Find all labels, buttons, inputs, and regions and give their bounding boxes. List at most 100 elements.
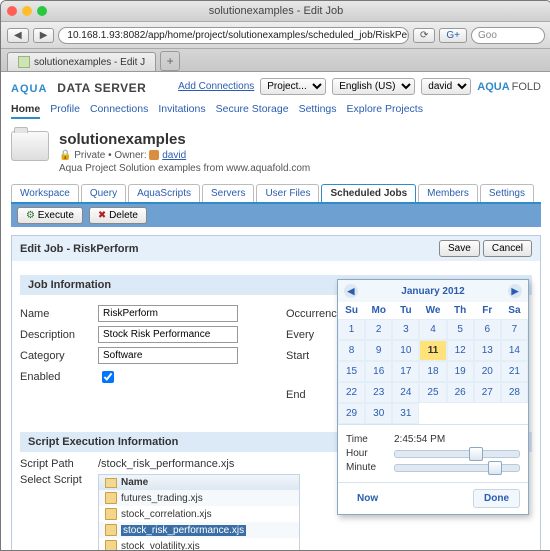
day-cell[interactable]: 6 — [474, 319, 501, 340]
tab-query[interactable]: Query — [81, 184, 126, 202]
prev-month-button[interactable]: ◀ — [344, 284, 358, 298]
script-list: Name futures_trading.xjsstock_correlatio… — [98, 474, 300, 551]
browser-tab[interactable]: solutionexamples - Edit J — [7, 52, 156, 71]
tab-scheduled-jobs[interactable]: Scheduled Jobs — [321, 184, 416, 202]
day-cell[interactable]: 22 — [338, 382, 365, 403]
datepicker-month: January 2012 — [401, 286, 464, 297]
forward-button[interactable]: ▶ — [33, 28, 55, 43]
day-cell[interactable]: 24 — [392, 382, 419, 403]
dow-header: Su — [338, 302, 365, 319]
day-cell[interactable]: 11 — [419, 340, 446, 361]
now-button[interactable]: Now — [346, 489, 389, 508]
time-value: 2:45:54 PM — [394, 434, 445, 445]
day-cell[interactable]: 27 — [474, 382, 501, 403]
day-cell[interactable]: 14 — [501, 340, 528, 361]
user-select[interactable]: david — [421, 78, 471, 95]
execute-button[interactable]: ⚙ Execute — [17, 207, 83, 224]
window-title: solutionexamples - Edit Job — [1, 5, 550, 17]
new-tab-button[interactable]: + — [160, 51, 180, 71]
project-select[interactable]: Project... — [260, 78, 326, 95]
enabled-checkbox[interactable] — [102, 371, 114, 383]
nav-home[interactable]: Home — [11, 103, 40, 119]
back-button[interactable]: ◀ — [7, 28, 29, 43]
hour-slider[interactable] — [394, 450, 520, 458]
cancel-button[interactable]: Cancel — [483, 240, 532, 257]
nav-explore-projects[interactable]: Explore Projects — [347, 103, 423, 119]
tab-members[interactable]: Members — [418, 184, 478, 202]
day-cell[interactable]: 31 — [392, 403, 419, 424]
app-logo: AQUA DATA SERVER — [11, 79, 146, 95]
day-cell[interactable]: 26 — [447, 382, 474, 403]
nav-secure-storage[interactable]: Secure Storage — [216, 103, 289, 119]
day-cell[interactable]: 25 — [419, 382, 446, 403]
save-button[interactable]: Save — [439, 240, 480, 257]
project-tabs: WorkspaceQueryAquaScriptsServersUser Fil… — [11, 184, 541, 204]
day-cell[interactable]: 10 — [392, 340, 419, 361]
search-field[interactable]: Goo — [471, 27, 545, 44]
label-script-path: Script Path — [20, 458, 90, 470]
script-list-header[interactable]: Name — [99, 475, 299, 490]
day-cell[interactable]: 30 — [365, 403, 392, 424]
day-cell[interactable]: 16 — [365, 361, 392, 382]
delete-button[interactable]: ✖ Delete — [89, 207, 147, 224]
next-month-button[interactable]: ▶ — [508, 284, 522, 298]
description-input[interactable] — [98, 326, 238, 343]
name-input[interactable] — [98, 305, 238, 322]
delete-icon: ✖ — [98, 210, 106, 221]
owner-avatar-icon — [149, 150, 159, 160]
browser-tabbar: solutionexamples - Edit J + — [1, 49, 550, 72]
done-button[interactable]: Done — [473, 489, 520, 508]
nav-connections[interactable]: Connections — [90, 103, 148, 119]
day-cell[interactable]: 17 — [392, 361, 419, 382]
day-cell[interactable]: 8 — [338, 340, 365, 361]
nav-settings[interactable]: Settings — [299, 103, 337, 119]
language-select[interactable]: English (US) — [332, 78, 415, 95]
folder-icon — [11, 131, 49, 161]
day-cell[interactable]: 13 — [474, 340, 501, 361]
script-item[interactable]: futures_trading.xjs — [99, 490, 299, 506]
day-cell[interactable]: 29 — [338, 403, 365, 424]
script-item[interactable]: stock_risk_performance.xjs — [99, 522, 299, 538]
script-file-icon — [105, 540, 117, 551]
day-cell[interactable]: 21 — [501, 361, 528, 382]
script-path-value: /stock_risk_performance.xjs — [98, 458, 234, 470]
tab-servers[interactable]: Servers — [202, 184, 254, 202]
label-cat: Category — [20, 350, 90, 362]
day-cell[interactable]: 19 — [447, 361, 474, 382]
day-cell[interactable]: 18 — [419, 361, 446, 382]
day-cell[interactable]: 7 — [501, 319, 528, 340]
day-cell[interactable]: 1 — [338, 319, 365, 340]
add-connections-link[interactable]: Add Connections — [178, 81, 254, 92]
day-cell[interactable]: 4 — [419, 319, 446, 340]
day-cell[interactable]: 3 — [392, 319, 419, 340]
owner-link[interactable]: david — [162, 150, 186, 161]
tab-user-files[interactable]: User Files — [256, 184, 319, 202]
project-title: solutionexamples — [59, 131, 310, 148]
tab-settings[interactable]: Settings — [480, 184, 534, 202]
day-cell[interactable]: 20 — [474, 361, 501, 382]
day-cell[interactable]: 15 — [338, 361, 365, 382]
tab-workspace[interactable]: Workspace — [11, 184, 79, 202]
script-file-icon — [105, 508, 117, 520]
day-cell[interactable]: 28 — [501, 382, 528, 403]
day-cell[interactable]: 5 — [447, 319, 474, 340]
google-button[interactable]: G+ — [439, 28, 467, 43]
nav-profile[interactable]: Profile — [50, 103, 80, 119]
day-cell[interactable]: 12 — [447, 340, 474, 361]
nav-invitations[interactable]: Invitations — [158, 103, 205, 119]
day-cell[interactable]: 9 — [365, 340, 392, 361]
tab-aquascripts[interactable]: AquaScripts — [128, 184, 200, 202]
dow-header: Mo — [365, 302, 392, 319]
minute-slider[interactable] — [394, 464, 520, 472]
category-input[interactable] — [98, 347, 238, 364]
script-item[interactable]: stock_volatility.xjs — [99, 538, 299, 551]
page-icon — [18, 56, 30, 68]
script-item[interactable]: stock_correlation.xjs — [99, 506, 299, 522]
lock-icon: 🔒 — [59, 150, 71, 161]
day-cell[interactable]: 2 — [365, 319, 392, 340]
reload-button[interactable]: ⟳ — [413, 28, 435, 43]
day-cell[interactable]: 23 — [365, 382, 392, 403]
script-file-icon — [105, 492, 117, 504]
address-bar[interactable]: 10.168.1.93:8082/app/home/project/soluti… — [58, 27, 409, 44]
main-nav: Home Profile Connections Invitations Secure … — [1, 101, 550, 125]
